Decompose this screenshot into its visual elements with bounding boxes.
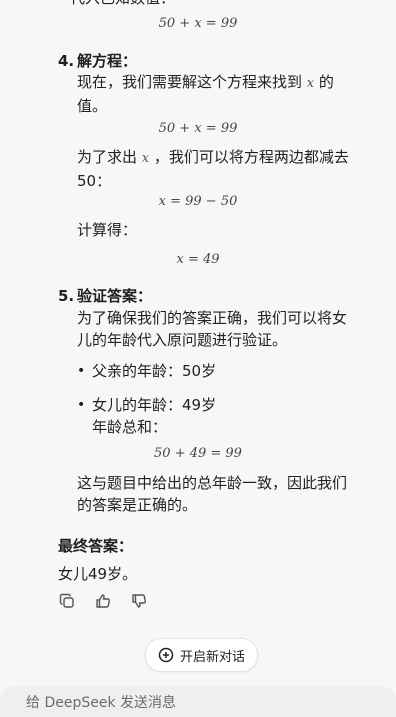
formula-5: 50 + 49 = 99 <box>154 446 242 461</box>
step-4-paragraph-1: 现在，我们需要解这个方程来找到 x 的 值。 <box>77 73 334 115</box>
math-variable: x <box>141 151 150 166</box>
formula-3: x = 99 − 50 <box>158 194 238 209</box>
step-4-paragraph-3: 计算得： <box>77 221 138 239</box>
age-sum-label: 年龄总和： <box>92 418 168 436</box>
step-4-number: 4. <box>58 52 75 70</box>
message-input-placeholder: 给 DeepSeek 发送消息 <box>26 695 177 711</box>
step-5-number: 5. <box>58 287 75 305</box>
step-5-paragraph-2: 这与题目中给出的总年龄一致，因此我们 的答案是正确的。 <box>77 474 348 514</box>
cut-off-text: 代入已知数值： <box>70 0 175 8</box>
formula-4: x = 49 <box>176 252 220 267</box>
new-chat-button[interactable]: 开启新对话 <box>145 638 259 672</box>
bullet-daughter-age: 女儿的年龄：49岁 <box>92 396 217 414</box>
final-answer-title: 最终答案： <box>58 537 134 555</box>
formula-2: 50 + x = 99 <box>158 121 238 136</box>
new-chat-label: 开启新对话 <box>180 649 246 665</box>
final-answer-text: 女儿49岁。 <box>58 565 138 583</box>
bullet-dot: • <box>77 397 86 413</box>
bullet-father-age: 父亲的年龄：50岁 <box>92 362 217 380</box>
step-5-title: 验证答案： <box>77 287 153 305</box>
message-input[interactable]: 给 DeepSeek 发送消息 <box>0 686 396 717</box>
message-actions <box>56 590 150 612</box>
thumbs-up-icon[interactable] <box>92 590 114 612</box>
bullet-dot: • <box>77 363 86 379</box>
thumbs-down-icon[interactable] <box>128 590 150 612</box>
copy-icon[interactable] <box>56 590 78 612</box>
formula-1: 50 + x = 99 <box>158 16 238 31</box>
plus-circle-icon <box>158 647 174 663</box>
step-5-paragraph-1: 为了确保我们的答案正确，我们可以将女 儿的年龄代入原问题进行验证。 <box>77 309 348 349</box>
math-variable: x <box>306 76 315 91</box>
step-4-title: 解方程： <box>77 52 138 70</box>
step-4-paragraph-2: 为了求出 x ，我们可以将方程两边都减去 50： <box>77 148 349 190</box>
